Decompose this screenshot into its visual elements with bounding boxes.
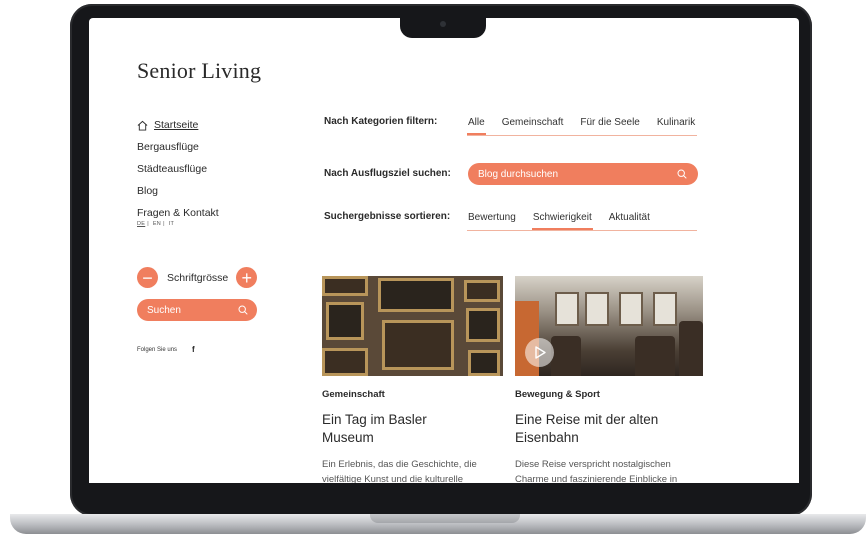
painting-frame [382, 320, 454, 370]
tab-bewertung[interactable]: Bewertung [467, 212, 517, 229]
camera-icon [440, 21, 446, 27]
search-icon [677, 169, 687, 179]
card-category: Gemeinschaft [322, 389, 385, 400]
painting-frame [466, 308, 500, 342]
tab-gemeinschaft[interactable]: Gemeinschaft [501, 117, 565, 134]
train-window [653, 292, 677, 326]
sort-label: Suchergebnisse sortieren: [324, 211, 451, 222]
museum-image[interactable] [322, 276, 503, 376]
painting-frame [464, 280, 500, 302]
tab-fuer-die-seele[interactable]: Für die Seele [579, 117, 640, 134]
nav-item-blog[interactable]: Blog [137, 180, 219, 202]
category-tabs-underline [467, 135, 697, 136]
nav-item-label: Startseite [154, 119, 199, 131]
card-title[interactable]: Ein Tag im Basler Museum [322, 411, 482, 447]
sort-tabs-underline [467, 230, 697, 231]
painting-frame [326, 302, 364, 340]
train-seat [679, 321, 703, 376]
website-screen: Senior Living Startseite Bergausflüge St… [89, 18, 799, 483]
tab-aktualitaet[interactable]: Aktualität [608, 212, 651, 229]
search-icon [238, 305, 248, 315]
painting-frame [378, 278, 454, 312]
painting-frame [468, 350, 500, 376]
train-window [619, 292, 643, 326]
lang-sep-1: | [147, 221, 149, 227]
card-category: Bewegung & Sport [515, 389, 600, 400]
blog-card[interactable]: Bewegung & Sport Eine Reise mit der alte… [515, 276, 703, 483]
nav-item-startseite[interactable]: Startseite [137, 114, 219, 136]
language-switcher: DE | EN | IT [137, 221, 176, 227]
lang-sep-2: | [163, 221, 165, 227]
font-increase-button[interactable]: + [236, 267, 258, 288]
train-window [555, 292, 579, 326]
lang-de[interactable]: DE [137, 221, 145, 227]
category-tabs: Alle Gemeinschaft Für die Seele Kulinari… [467, 117, 696, 135]
train-seat [635, 336, 675, 376]
train-image[interactable] [515, 276, 703, 376]
blog-card[interactable]: Gemeinschaft Ein Tag im Basler Museum Ei… [322, 276, 503, 483]
home-icon [137, 120, 148, 131]
blog-search-input[interactable]: Blog durchsuchen [468, 163, 698, 185]
card-title[interactable]: Eine Reise mit der alten Eisenbahn [515, 411, 685, 447]
play-button[interactable] [525, 338, 554, 367]
tab-kulinarik[interactable]: Kulinarik [656, 117, 696, 134]
tab-schwierigkeit[interactable]: Schwierigkeit [531, 212, 593, 230]
font-size-label: Schriftgrösse [167, 271, 229, 284]
main-nav: Startseite Bergausflüge Städteausflüge B… [137, 114, 219, 224]
follow-label: Folgen Sie uns [137, 346, 178, 353]
facebook-icon[interactable]: f [192, 345, 195, 354]
nav-item-bergausfluege[interactable]: Bergausflüge [137, 136, 219, 158]
painting-frame [322, 276, 368, 296]
laptop-base-notch [370, 514, 520, 523]
search-placeholder: Suchen [147, 304, 181, 316]
laptop-base [10, 514, 866, 534]
sort-tabs: Bewertung Schwierigkeit Aktualität [467, 212, 666, 230]
card-excerpt: Ein Erlebnis, das die Geschichte, die vi… [322, 459, 477, 483]
train-seat [551, 336, 581, 376]
lang-en[interactable]: EN [153, 221, 161, 227]
font-size-control: − Schriftgrösse + [137, 267, 258, 288]
sidebar-search-input[interactable]: Suchen [137, 299, 257, 321]
social-follow: Folgen Sie uns f [137, 345, 195, 354]
play-icon [534, 346, 546, 359]
nav-item-staedteausfluege[interactable]: Städteausflüge [137, 158, 219, 180]
category-filter-label: Nach Kategorien filtern: [324, 116, 438, 127]
card-excerpt: Diese Reise verspricht nostalgischen Cha… [515, 459, 678, 483]
blog-search-placeholder: Blog durchsuchen [478, 168, 559, 180]
destination-search-label: Nach Ausflugsziel suchen: [324, 168, 451, 179]
lang-it[interactable]: IT [169, 221, 175, 227]
site-logo[interactable]: Senior Living [137, 58, 261, 84]
train-window [585, 292, 609, 326]
camera-notch [400, 14, 486, 38]
painting-frame [322, 348, 368, 376]
font-decrease-button[interactable]: − [137, 267, 158, 288]
tab-alle[interactable]: Alle [467, 117, 486, 135]
